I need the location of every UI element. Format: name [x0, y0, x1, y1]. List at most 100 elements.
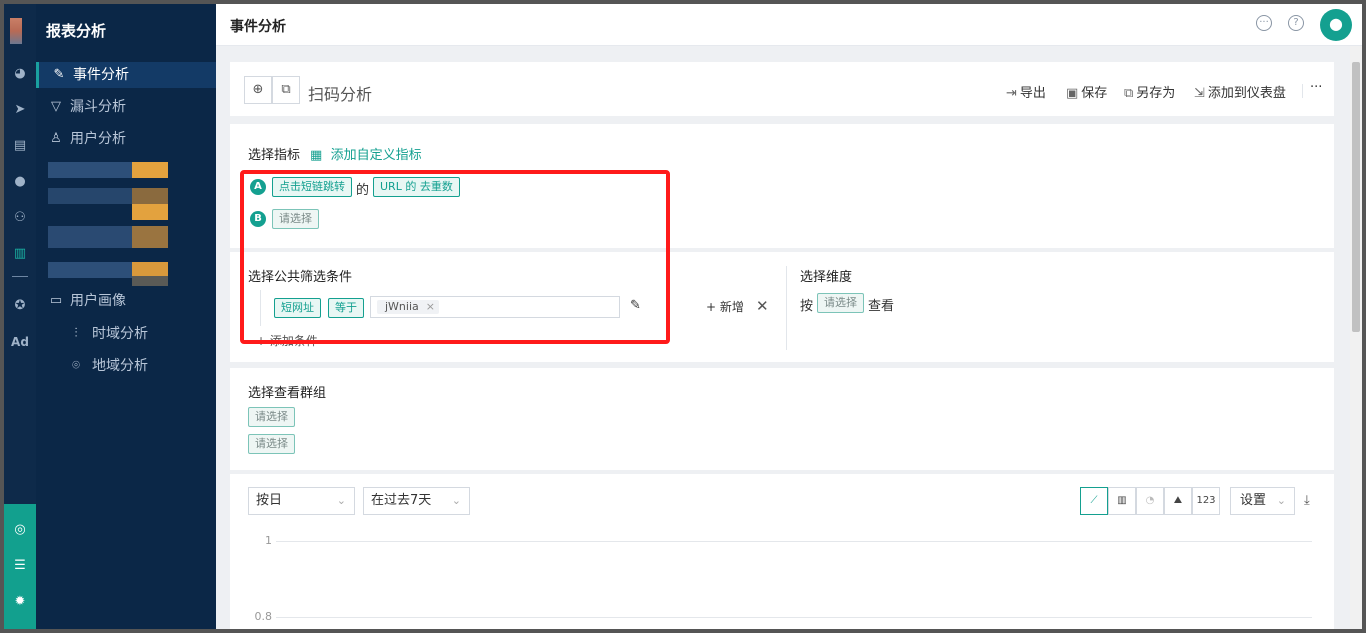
- date-range-select[interactable]: 在过去7天 ⌄: [363, 487, 470, 515]
- export-label: 导出: [1019, 86, 1046, 101]
- gear-icon[interactable]: ✹: [10, 592, 30, 612]
- blurred-menu-item[interactable]: [48, 226, 132, 248]
- top-bar: 事件分析 ··· ? ●: [216, 4, 1362, 46]
- save-button[interactable]: ▣ 保存: [1066, 82, 1107, 101]
- filter-field-select[interactable]: 短网址: [274, 298, 321, 318]
- send-icon[interactable]: ➤: [10, 100, 30, 120]
- dashboard-icon[interactable]: ◕: [10, 64, 30, 84]
- settings-dropdown[interactable]: 设置 ⌄: [1230, 487, 1295, 515]
- ad-icon[interactable]: Ad: [10, 332, 30, 352]
- pencil-icon[interactable]: ✎: [630, 298, 641, 313]
- sidebar-item-user-portrait[interactable]: ▭ 用户画像: [36, 288, 216, 314]
- metric-b-select[interactable]: 请选择: [272, 209, 319, 229]
- wechat-icon[interactable]: ✪: [10, 296, 30, 316]
- sidebar-item-event-analysis[interactable]: ✎ 事件分析: [36, 62, 216, 88]
- metric-event-select[interactable]: 点击短链跳转: [272, 177, 352, 197]
- granularity-select[interactable]: 按日 ⌄: [248, 487, 355, 515]
- rail-divider: [12, 276, 28, 277]
- avatar[interactable]: ●: [1320, 9, 1352, 41]
- number-view-button[interactable]: 123: [1192, 487, 1220, 515]
- add-dashboard-label: 添加到仪表盘: [1207, 86, 1286, 101]
- add-circle-button[interactable]: ⊕: [244, 76, 272, 104]
- filter-value-input[interactable]: jWniia ×: [370, 296, 620, 318]
- blurred-menu-badge: [132, 162, 168, 178]
- granularity-value: 按日: [256, 493, 283, 508]
- report-icon[interactable]: ▥: [10, 244, 30, 264]
- settings-label: 设置: [1240, 493, 1267, 508]
- person-icon[interactable]: ●: [10, 172, 30, 192]
- metric-connector: 的: [356, 183, 370, 198]
- scroll-thumb[interactable]: [1352, 62, 1360, 332]
- new-filter-button[interactable]: + 新增: [706, 298, 744, 315]
- funnel-icon: ▽: [51, 99, 61, 114]
- server-icon[interactable]: ☰: [10, 556, 30, 576]
- dimension-select[interactable]: 请选择: [817, 293, 864, 313]
- analysis-header: ⊕ ⧉ 扫码分析 ⇥ 导出 ▣ 保存 ⧉ 另存为 ⇲ 添加到仪表盘 ···: [230, 62, 1334, 116]
- line-chart-button[interactable]: ⟋: [1080, 487, 1108, 515]
- plus-icon: +: [706, 300, 717, 314]
- add-condition-label: 添加条件: [269, 334, 318, 348]
- network-icon[interactable]: ◎: [10, 520, 30, 540]
- app-title: 报表分析: [46, 22, 107, 40]
- help-icon[interactable]: ?: [1288, 15, 1304, 31]
- blurred-menu-badge: [132, 188, 168, 204]
- sidebar-item-user-analysis[interactable]: ♙ 用户分析: [36, 126, 216, 152]
- blurred-menu-badge: [132, 226, 168, 248]
- sidebar: 报表分析 ✎ 事件分析 ▽ 漏斗分析 ♙ 用户分析 ▭ 用户画像 ⫶ 时域分析 …: [36, 4, 216, 629]
- message-icon[interactable]: ···: [1256, 15, 1272, 31]
- header-divider: [1302, 84, 1303, 98]
- area-chart-button[interactable]: ⛰: [1164, 487, 1192, 515]
- dimension-prefix: 按: [800, 299, 814, 314]
- export-icon: ⇥: [1006, 86, 1017, 101]
- sidebar-item-region-analysis[interactable]: ⌾ 地域分析: [36, 353, 216, 379]
- chevron-down-icon: ⌄: [451, 494, 461, 507]
- sidebar-item-label: 用户画像: [70, 293, 126, 309]
- blurred-menu-item[interactable]: [48, 162, 132, 178]
- metric-measure-select[interactable]: URL 的 去重数: [373, 177, 460, 197]
- pie-chart-button[interactable]: ◔: [1136, 487, 1164, 515]
- sidebar-item-funnel-analysis[interactable]: ▽ 漏斗分析: [36, 94, 216, 120]
- download-icon[interactable]: ⤓: [1304, 493, 1310, 508]
- blurred-menu-item[interactable]: [48, 262, 132, 278]
- analysis-name[interactable]: 扫码分析: [308, 81, 372, 105]
- filter-operator-select[interactable]: 等于: [328, 298, 364, 318]
- new-filter-label: 新增: [719, 300, 744, 314]
- rail-bottom: ◎ ☰ ✹: [4, 504, 36, 629]
- save-as-icon: ⧉: [1124, 86, 1134, 101]
- y-tick-label: 0.8: [254, 610, 273, 623]
- grid-icon: ▦: [310, 148, 323, 163]
- group-select[interactable]: 请选择: [248, 434, 295, 454]
- group-select[interactable]: 请选择: [248, 407, 295, 427]
- y-tick-label: 1: [265, 534, 272, 547]
- add-condition-button[interactable]: + 添加条件: [256, 332, 318, 349]
- close-filter-icon[interactable]: ✕: [756, 297, 769, 315]
- user-icon: ♙: [50, 131, 62, 146]
- copy-button[interactable]: ⧉: [272, 76, 300, 104]
- dimension-title: 选择维度: [800, 270, 853, 285]
- sidebar-item-label: 时域分析: [92, 326, 148, 342]
- sidebar-item-time-analysis[interactable]: ⫶ 时域分析: [36, 321, 216, 347]
- add-to-dashboard-button[interactable]: ⇲ 添加到仪表盘: [1194, 82, 1286, 101]
- app-logo: [10, 18, 22, 44]
- date-range-value: 在过去7天: [371, 493, 432, 508]
- bar-chart-button[interactable]: ▥: [1108, 487, 1136, 515]
- metric-badge-a: A: [250, 179, 266, 195]
- icon-rail: ◕ ➤ ▤ ● ⚇ ▥ ✪ Ad ◎ ☰ ✹: [4, 4, 36, 629]
- blurred-menu-item[interactable]: [48, 188, 132, 204]
- filters-title: 选择公共筛选条件: [248, 270, 353, 285]
- app-window: ◕ ➤ ▤ ● ⚇ ▥ ✪ Ad ◎ ☰ ✹ 报表分析 ✎ 事件分析 ▽ 漏斗分…: [4, 4, 1362, 629]
- users-icon[interactable]: ⚇: [10, 208, 30, 228]
- layout-icon[interactable]: ▤: [10, 136, 30, 156]
- pie-chart-icon: ◔: [1145, 495, 1155, 506]
- more-button[interactable]: ···: [1310, 80, 1322, 95]
- rail-top: ◕ ➤ ▤ ● ⚇ ▥ ✪ Ad: [4, 4, 36, 504]
- add-custom-metric-link[interactable]: ▦ 添加自定义指标: [310, 144, 422, 163]
- metrics-title: 选择指标: [248, 148, 301, 163]
- close-icon[interactable]: ×: [422, 300, 435, 313]
- filter-value-text: jWniia: [385, 300, 419, 313]
- export-button[interactable]: ⇥ 导出: [1006, 82, 1046, 101]
- sidebar-item-label: 漏斗分析: [70, 99, 126, 115]
- metrics-section: 选择指标 ▦ 添加自定义指标 A 点击短链跳转 的 URL 的 去重数 B 请选…: [230, 124, 1334, 248]
- save-as-button[interactable]: ⧉ 另存为: [1124, 82, 1175, 101]
- scrollbar[interactable]: [1350, 46, 1362, 629]
